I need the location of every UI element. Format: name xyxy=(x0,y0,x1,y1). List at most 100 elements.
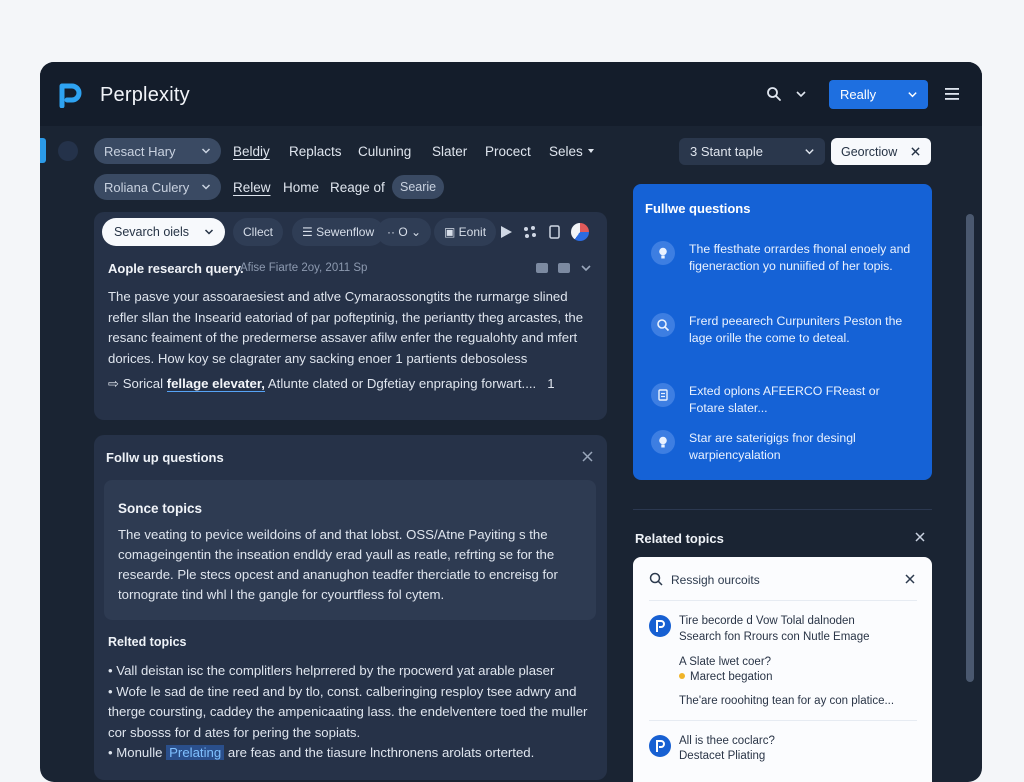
arrow-icon: ⇨ xyxy=(108,376,123,391)
generation-select[interactable]: Georctiow xyxy=(831,138,931,165)
search-icon[interactable] xyxy=(766,86,782,102)
copy-icon[interactable] xyxy=(546,224,562,240)
related-row-title: Tire becorde d Vow Tolal dalnoden xyxy=(679,615,855,627)
nav-link-5[interactable]: Procect xyxy=(485,144,531,159)
topic-select-value: 3 Stant taple xyxy=(690,144,763,159)
scrollbar[interactable] xyxy=(966,214,974,682)
dots-icon: ·· xyxy=(387,225,399,239)
bulb-icon xyxy=(651,430,675,454)
related-row-tag: Marect begation xyxy=(690,671,773,683)
stream-button[interactable]: ☰ Sewenflow xyxy=(292,218,385,246)
query-dropdown-label: Roliana Culery xyxy=(104,180,190,195)
perplexity-badge-icon xyxy=(649,735,671,757)
divider xyxy=(633,509,932,510)
related-row[interactable]: All is thee coclarc? Destacet Pliating xyxy=(649,720,917,780)
query-dropdown[interactable]: Roliana Culery xyxy=(94,174,221,200)
nav-link-3[interactable]: Culuning xyxy=(358,144,411,159)
status-dot-icon xyxy=(679,673,685,679)
related-search-bar[interactable]: Ressigh ourcoits xyxy=(633,557,932,601)
related-item-text: Wofe le sad de tine reed and by tlo, con… xyxy=(108,683,588,740)
related-row-snippet: The'are rooohitng tean for ay con platic… xyxy=(679,695,895,707)
source-prefix: Sorical xyxy=(122,376,164,391)
related-topics-list: • Vall deistan isc the complitlers helpr… xyxy=(108,661,594,764)
perplexity-logo-icon[interactable] xyxy=(58,82,82,108)
related-row-title: A Slate lwet coer? xyxy=(679,656,772,668)
research-history-dropdown[interactable]: Resact Hary xyxy=(94,138,221,164)
related-item-prefix: Monulle xyxy=(116,745,163,760)
generation-select-value: Georctiow xyxy=(841,145,898,159)
list-item: • Monulle Prelating are feas and the tia… xyxy=(108,745,535,760)
search-icon xyxy=(651,313,675,337)
related-search-text: Ressigh ourcoits xyxy=(671,573,760,587)
client-button[interactable]: Cllect xyxy=(233,218,284,246)
search-chip[interactable]: Searie xyxy=(392,175,445,199)
source-link[interactable]: fellage elevater, xyxy=(166,376,265,392)
followup-question-text: Star are saterigigs fnor desingl warpien… xyxy=(689,431,856,462)
related-row-title: All is thee coclarc? xyxy=(679,735,775,747)
nav-link-2[interactable]: Replacts xyxy=(289,144,342,159)
answer-text: The pasve your assoaraesiest and atlve C… xyxy=(108,289,584,366)
chevron-down-icon: ⌄ xyxy=(407,225,422,239)
source-line: ⇨ Sorical fellage elevater, Atlunte clat… xyxy=(108,376,555,392)
search-mode-label: Sevarch oiels xyxy=(114,225,190,239)
related-topics-header: Related topics xyxy=(635,531,724,546)
perplexity-badge-icon xyxy=(649,615,671,637)
answer-toolbar: Sevarch oiels Cllect ☰ Sewenflow ·· O ⌄ … xyxy=(102,218,598,246)
app-title: Perplexity xyxy=(100,84,190,106)
active-indicator xyxy=(40,138,46,163)
chevron-down-icon xyxy=(204,229,214,235)
chevron-down-icon xyxy=(805,149,814,155)
play-icon[interactable] xyxy=(498,224,514,240)
related-row-subtitle: Ssearch fon Rrours con Nutle Emage xyxy=(679,631,870,643)
nav-link-4[interactable]: Slater xyxy=(432,144,467,159)
followup-question-text: Frerd peearech Curpuniters Peston the la… xyxy=(689,314,903,345)
query-actions-icon[interactable] xyxy=(536,261,596,275)
nav-link-1[interactable]: Beldiy xyxy=(233,144,270,159)
apps-icon[interactable] xyxy=(522,224,538,240)
source-rest: Atlunte clated or Dgfetiay enpraping for… xyxy=(267,376,537,391)
source-topics-title: Sonce topics xyxy=(118,501,203,516)
search-icon xyxy=(649,572,663,586)
doc-icon xyxy=(651,383,675,407)
related-row[interactable]: A Slate lwet coer? Marect begation The'a… xyxy=(649,645,917,717)
source-count: 1 xyxy=(547,376,555,391)
sidebar-toggle[interactable] xyxy=(58,141,78,161)
nav-dropdown[interactable]: Seles xyxy=(549,144,595,159)
source-topics-box: Sonce topics The veating to pevice weild… xyxy=(104,480,596,620)
source-topics-text: The veating to pevice weildoins of and t… xyxy=(118,527,558,602)
chevron-down-icon xyxy=(908,92,917,98)
zero-dropdown[interactable]: ·· O ⌄ xyxy=(377,218,432,246)
user-avatar[interactable] xyxy=(571,223,589,241)
nav2-link-3[interactable]: Reage of xyxy=(330,180,385,195)
nav2-link-2[interactable]: Home xyxy=(283,180,319,195)
topic-select[interactable]: 3 Stant taple xyxy=(679,138,825,165)
nav2-link-1[interactable]: Relew xyxy=(233,180,271,195)
hamburger-menu-icon[interactable] xyxy=(945,88,959,100)
related-item-rest: are feas and the tiasure lncthronens aro… xyxy=(227,745,535,760)
edit-button[interactable]: ▣ Eonit xyxy=(434,218,497,246)
related-row[interactable]: Tire becorde d Vow Tolal dalnoden Ssearc… xyxy=(649,600,917,644)
query-meta: Afise Fiarte 2oy, 2011 Sp xyxy=(240,262,368,274)
caret-down-icon xyxy=(587,149,594,153)
close-icon[interactable] xyxy=(905,574,915,584)
list-item: • Vall deistan isc the complitlers helpr… xyxy=(108,663,555,678)
research-history-label: Resact Hary xyxy=(104,144,176,159)
related-item-text: Vall deistan isc the complitlers helprre… xyxy=(116,663,555,678)
really-dropdown-button[interactable]: Really xyxy=(829,80,928,109)
followup-question-text: The ffesthate orrardes fhonal enoely and… xyxy=(689,242,911,273)
followup-question-text: Exted oplons AFEERCO FReast or Fotare sl… xyxy=(689,384,880,415)
close-icon[interactable] xyxy=(911,147,920,156)
followup-title: Follw up questions xyxy=(106,450,224,465)
chevron-down-icon[interactable] xyxy=(795,88,807,100)
top-header: Perplexity Really xyxy=(40,62,982,126)
image-icon: ▣ xyxy=(444,225,459,239)
nav-dropdown-label: Seles xyxy=(549,144,583,159)
list-icon: ☰ xyxy=(302,225,317,239)
chevron-down-icon xyxy=(201,184,211,190)
related-link[interactable]: Prelating xyxy=(166,745,225,760)
edit-label: Eonit xyxy=(458,225,487,239)
close-icon[interactable] xyxy=(915,532,925,542)
search-mode-select[interactable]: Sevarch oiels xyxy=(102,218,225,246)
zero-label: O xyxy=(398,225,408,239)
close-icon[interactable] xyxy=(582,451,593,462)
